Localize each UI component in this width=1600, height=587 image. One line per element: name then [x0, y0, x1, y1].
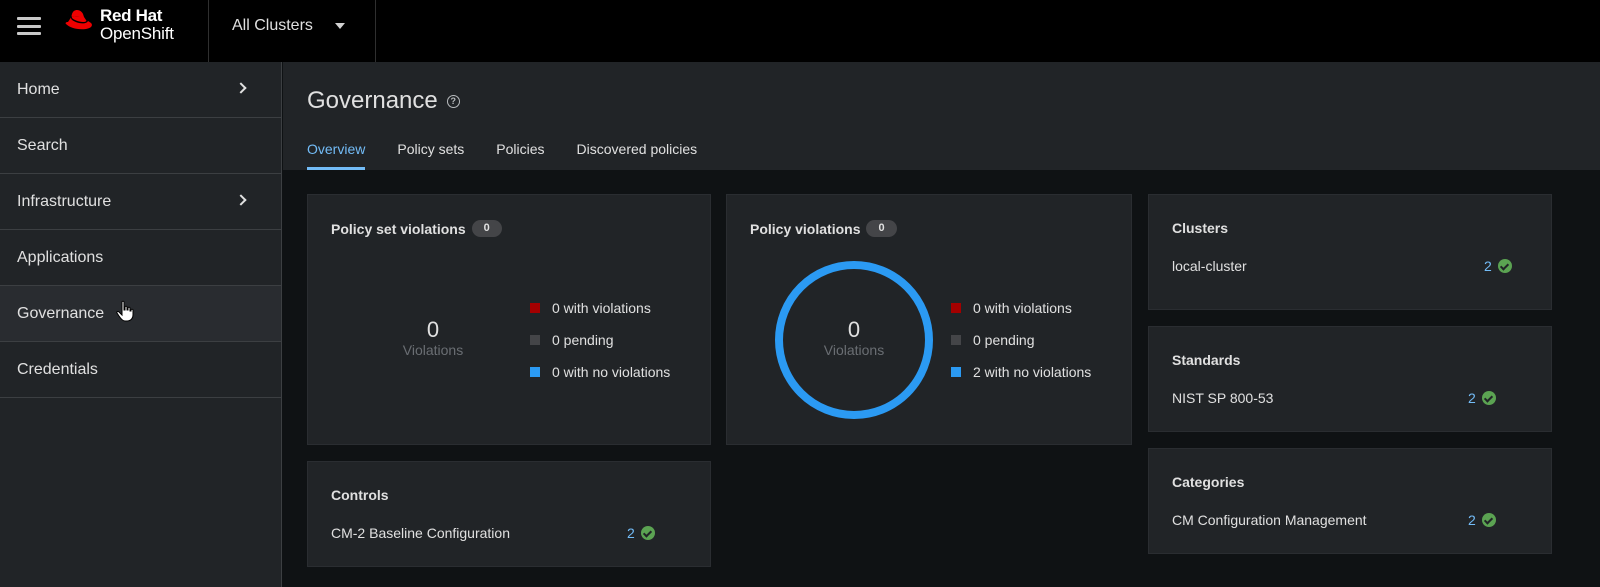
- violations-label: Violations: [823, 342, 885, 358]
- categories-card: Categories CM Configuration Management 2: [1148, 448, 1552, 554]
- card-title-text[interactable]: Policy violations: [750, 221, 860, 237]
- legend-label: 2 with no violations: [973, 364, 1092, 380]
- sidebar-item-label: Applications: [17, 248, 104, 266]
- tab-discovered-policies[interactable]: Discovered policies: [577, 132, 698, 170]
- page-header: Governance ? Overview Policy sets Polici…: [283, 62, 1600, 170]
- legend-label: 0 with no violations: [552, 364, 671, 380]
- tab-policies[interactable]: Policies: [496, 132, 544, 170]
- sidebar-item-infrastructure[interactable]: Infrastructure: [0, 174, 281, 230]
- chevron-right-icon: [235, 82, 247, 94]
- count-badge: 0: [866, 220, 897, 237]
- standards-card: Standards NIST SP 800-53 2: [1148, 326, 1552, 432]
- tab-policy-sets[interactable]: Policy sets: [397, 132, 464, 170]
- controls-card: Controls CM-2 Baseline Configuration 2: [307, 461, 711, 567]
- sidebar-item-credentials[interactable]: Credentials: [0, 342, 281, 398]
- brand-logo[interactable]: Red Hat OpenShift: [64, 7, 174, 47]
- count-badge: 0: [471, 220, 502, 237]
- legend-swatch: [951, 335, 961, 345]
- legend-swatch: [530, 303, 540, 313]
- card-title: Policy violations 0: [750, 220, 897, 237]
- caret-down-icon: [334, 23, 345, 29]
- legend-item[interactable]: 0 with violations: [951, 292, 1091, 324]
- legend-item[interactable]: 2 with no violations: [951, 356, 1091, 388]
- category-count[interactable]: 2: [1468, 512, 1496, 528]
- clusters-card: Clusters local-cluster 2: [1148, 194, 1552, 310]
- count-link[interactable]: 2: [1468, 512, 1476, 528]
- masthead: Red Hat OpenShift All Clusters: [0, 0, 1600, 62]
- hamburger-icon[interactable]: [17, 15, 41, 37]
- chart-legend: 0 with violations 0 pending 2 with no vi…: [951, 292, 1091, 388]
- violations-count: 0: [426, 317, 440, 342]
- page-title: Governance ?: [307, 87, 460, 115]
- sidebar-item-label: Search: [17, 136, 68, 154]
- sidebar-item-governance[interactable]: Governance: [0, 286, 281, 342]
- legend-label: 0 pending: [552, 332, 614, 348]
- standard-name: NIST SP 800-53: [1172, 390, 1274, 406]
- legend-item[interactable]: 0 pending: [530, 324, 670, 356]
- sidebar-item-label: Governance: [17, 304, 105, 322]
- category-name: CM Configuration Management: [1172, 512, 1367, 528]
- standard-count[interactable]: 2: [1468, 390, 1496, 406]
- policy-violations-card: Policy violations 0 0 Violations 0 with …: [726, 194, 1132, 445]
- sidebar-item-label: Infrastructure: [17, 192, 112, 210]
- sidebar-item-label: Credentials: [17, 360, 98, 378]
- chart-legend: 0 with violations 0 pending 0 with no vi…: [530, 292, 670, 388]
- card-title: Categories: [1172, 474, 1245, 490]
- legend-swatch: [951, 367, 961, 377]
- sidebar-item-home[interactable]: Home: [0, 62, 281, 118]
- cluster-name: local-cluster: [1172, 258, 1247, 274]
- legend-label: 0 pending: [973, 332, 1035, 348]
- violations-summary: 0 Violations: [794, 317, 914, 359]
- violations-summary: 0 Violations: [373, 317, 493, 359]
- legend-label: 0 with violations: [973, 300, 1072, 316]
- violations-count: 0: [847, 317, 861, 342]
- card-title-text[interactable]: Policy set violations: [331, 221, 466, 237]
- card-title: Policy set violations 0: [331, 220, 502, 237]
- legend-item[interactable]: 0 with no violations: [530, 356, 670, 388]
- legend-swatch: [951, 303, 961, 313]
- cluster-switcher-label: All Clusters: [232, 17, 313, 34]
- legend-item[interactable]: 0 pending: [951, 324, 1091, 356]
- count-link[interactable]: 2: [1468, 390, 1476, 406]
- card-title: Standards: [1172, 352, 1241, 368]
- tab-bar: Overview Policy sets Policies Discovered…: [307, 132, 729, 170]
- brand-line2: OpenShift: [100, 24, 174, 43]
- check-circle-icon: [1497, 259, 1512, 273]
- count-link[interactable]: 2: [627, 525, 635, 541]
- tab-overview[interactable]: Overview: [307, 132, 366, 170]
- check-circle-icon: [640, 526, 655, 540]
- sidebar-item-search[interactable]: Search: [0, 118, 281, 174]
- legend-item[interactable]: 0 with violations: [530, 292, 670, 324]
- pointer-cursor-icon: [116, 300, 134, 322]
- sidebar-item-label: Home: [17, 80, 60, 98]
- count-link[interactable]: 2: [1484, 258, 1492, 274]
- control-count[interactable]: 2: [627, 525, 655, 541]
- legend-swatch: [530, 367, 540, 377]
- check-circle-icon: [1481, 513, 1496, 527]
- sidebar-nav: Home Search Infrastructure Applications …: [0, 62, 282, 587]
- help-icon[interactable]: ?: [446, 94, 460, 108]
- redhat-logo: [65, 10, 92, 30]
- violations-label: Violations: [402, 342, 464, 358]
- cluster-switcher[interactable]: All Clusters: [232, 17, 345, 35]
- brand-line1: Red Hat: [100, 6, 163, 25]
- card-title: Clusters: [1172, 220, 1229, 236]
- page-title-text: Governance: [307, 87, 438, 114]
- chevron-right-icon: [235, 194, 247, 206]
- policy-set-violations-card: Policy set violations 0 0 Violations 0 w…: [307, 194, 711, 445]
- control-name: CM-2 Baseline Configuration: [331, 525, 510, 541]
- sidebar-item-applications[interactable]: Applications: [0, 230, 281, 286]
- cluster-count[interactable]: 2: [1484, 258, 1512, 274]
- masthead-divider: [208, 0, 209, 62]
- legend-label: 0 with violations: [552, 300, 651, 316]
- check-circle-icon: [1481, 391, 1496, 405]
- masthead-divider: [375, 0, 376, 62]
- legend-swatch: [530, 335, 540, 345]
- card-title: Controls: [331, 487, 389, 503]
